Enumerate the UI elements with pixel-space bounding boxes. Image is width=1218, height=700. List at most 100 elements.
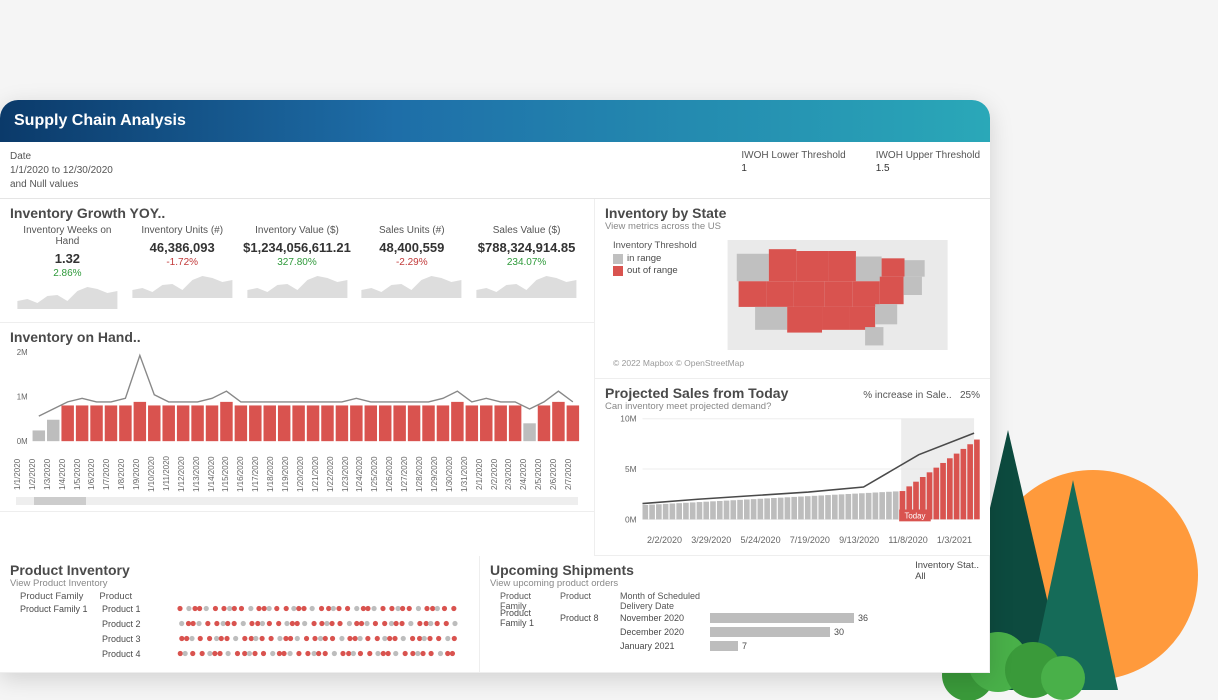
ioh-bar[interactable] bbox=[393, 405, 405, 441]
proj-bar[interactable] bbox=[825, 495, 831, 519]
proj-bar[interactable] bbox=[839, 494, 845, 519]
ioh-bar[interactable] bbox=[90, 405, 102, 441]
proj-bar[interactable] bbox=[933, 468, 939, 520]
projected-chart[interactable]: 10M5M0MToday bbox=[605, 412, 980, 532]
ioh-bar[interactable] bbox=[278, 405, 290, 441]
kpi-card[interactable]: Sales Value ($) $788,324,914.85 234.07% bbox=[469, 221, 584, 316]
proj-bar[interactable] bbox=[852, 494, 858, 520]
date-filter[interactable]: Date 1/1/2020 to 12/30/2020 and Null val… bbox=[10, 150, 113, 192]
ioh-bar[interactable] bbox=[292, 405, 304, 441]
proj-bar[interactable] bbox=[785, 497, 791, 519]
proj-bar[interactable] bbox=[873, 493, 879, 520]
proj-bar[interactable] bbox=[846, 494, 852, 519]
proj-bar[interactable] bbox=[690, 502, 696, 519]
proj-bar[interactable] bbox=[663, 504, 669, 519]
kpi-card[interactable]: Sales Units (#) 48,400,559 -2.29% bbox=[354, 221, 469, 316]
ioh-bar[interactable] bbox=[422, 405, 434, 441]
ioh-bar[interactable] bbox=[494, 405, 506, 441]
ioh-bar[interactable] bbox=[177, 405, 189, 441]
proj-bar[interactable] bbox=[656, 504, 662, 519]
ioh-bar[interactable] bbox=[365, 405, 377, 441]
proj-bar[interactable] bbox=[764, 498, 770, 519]
ioh-bar[interactable] bbox=[162, 405, 174, 441]
proj-bar[interactable] bbox=[649, 505, 655, 520]
ioh-scrollbar[interactable] bbox=[16, 497, 578, 505]
proj-bar[interactable] bbox=[967, 444, 973, 519]
upper-threshold-filter[interactable]: IWOH Upper Threshold 1.5 bbox=[876, 150, 980, 192]
ioh-scroll-thumb[interactable] bbox=[34, 497, 86, 505]
proj-bar[interactable] bbox=[683, 503, 689, 520]
ioh-bar[interactable] bbox=[336, 405, 348, 441]
proj-bar[interactable] bbox=[859, 493, 865, 519]
proj-bar[interactable] bbox=[697, 502, 703, 519]
proj-bar[interactable] bbox=[676, 503, 682, 519]
shipment-row[interactable]: Product Family 1Product 8November 202036 bbox=[500, 611, 969, 625]
proj-bar[interactable] bbox=[724, 501, 730, 520]
proj-bar[interactable] bbox=[670, 504, 676, 520]
ioh-bar[interactable] bbox=[350, 405, 362, 441]
proj-bar[interactable] bbox=[866, 493, 872, 519]
ioh-bar[interactable] bbox=[264, 405, 276, 441]
shipment-row[interactable]: December 202030 bbox=[500, 625, 969, 639]
ioh-bar[interactable] bbox=[76, 405, 88, 441]
proj-bar[interactable] bbox=[717, 501, 723, 519]
us-map[interactable] bbox=[703, 240, 972, 350]
ioh-chart[interactable]: 2M1M0M bbox=[10, 345, 584, 450]
pi-dot-row[interactable] bbox=[160, 617, 480, 630]
proj-bar[interactable] bbox=[758, 499, 764, 520]
ioh-bar[interactable] bbox=[538, 405, 550, 441]
proj-bar[interactable] bbox=[812, 496, 818, 520]
proj-bar[interactable] bbox=[771, 498, 777, 519]
ioh-bar[interactable] bbox=[307, 405, 319, 441]
ioh-bar[interactable] bbox=[321, 405, 333, 441]
proj-bar[interactable] bbox=[778, 498, 784, 520]
ioh-bar[interactable] bbox=[379, 405, 391, 441]
ioh-bar[interactable] bbox=[33, 430, 45, 441]
ioh-bar[interactable] bbox=[509, 405, 521, 441]
ioh-bar[interactable] bbox=[105, 405, 117, 441]
lower-threshold-filter[interactable]: IWOH Lower Threshold 1 bbox=[741, 150, 845, 192]
ioh-bar[interactable] bbox=[249, 405, 261, 441]
proj-bar[interactable] bbox=[703, 502, 709, 520]
kpi-card[interactable]: Inventory Units (#) 46,386,093 -1.72% bbox=[125, 221, 240, 316]
pi-product[interactable]: Product 2 bbox=[102, 617, 156, 632]
proj-bar[interactable] bbox=[886, 492, 892, 520]
inv-status-value[interactable]: All bbox=[915, 571, 979, 582]
ioh-bar[interactable] bbox=[61, 405, 73, 441]
ioh-bar[interactable] bbox=[480, 405, 492, 441]
ioh-bar[interactable] bbox=[466, 405, 478, 441]
proj-bar[interactable] bbox=[805, 496, 811, 519]
ioh-bar[interactable] bbox=[408, 405, 420, 441]
proj-bar[interactable] bbox=[947, 458, 953, 519]
proj-bar[interactable] bbox=[940, 463, 946, 519]
ioh-bar[interactable] bbox=[134, 402, 146, 441]
proj-bar[interactable] bbox=[710, 501, 716, 519]
proj-bar[interactable] bbox=[893, 491, 899, 519]
shipment-row[interactable]: January 20217 bbox=[500, 639, 969, 653]
proj-bar[interactable] bbox=[744, 499, 750, 519]
ioh-bar[interactable] bbox=[437, 405, 449, 441]
ioh-bar[interactable] bbox=[47, 420, 59, 441]
proj-bar[interactable] bbox=[730, 500, 736, 519]
proj-bar[interactable] bbox=[818, 495, 824, 519]
ioh-bar[interactable] bbox=[451, 402, 463, 441]
pi-dot-row[interactable] bbox=[160, 602, 480, 615]
proj-bar[interactable] bbox=[832, 495, 838, 520]
proj-bar[interactable] bbox=[737, 500, 743, 520]
proj-bar[interactable] bbox=[791, 497, 797, 519]
pi-dot-row[interactable] bbox=[160, 632, 480, 645]
pi-product[interactable]: Product 1 bbox=[102, 602, 156, 617]
ioh-bar[interactable] bbox=[567, 405, 579, 441]
proj-bar[interactable] bbox=[751, 499, 757, 519]
kpi-card[interactable]: Inventory Value ($) $1,234,056,611.21 32… bbox=[240, 221, 355, 316]
ioh-bar[interactable] bbox=[191, 405, 203, 441]
ioh-bar[interactable] bbox=[206, 405, 218, 441]
projected-pct-value[interactable]: 25% bbox=[960, 390, 980, 401]
ioh-bar[interactable] bbox=[119, 405, 131, 441]
proj-bar[interactable] bbox=[974, 440, 980, 520]
kpi-card[interactable]: Inventory Weeks on Hand 1.32 2.86% bbox=[10, 221, 125, 316]
proj-bar[interactable] bbox=[798, 497, 804, 520]
ioh-bar[interactable] bbox=[148, 405, 160, 441]
proj-bar[interactable] bbox=[961, 449, 967, 519]
ioh-bar[interactable] bbox=[235, 405, 247, 441]
